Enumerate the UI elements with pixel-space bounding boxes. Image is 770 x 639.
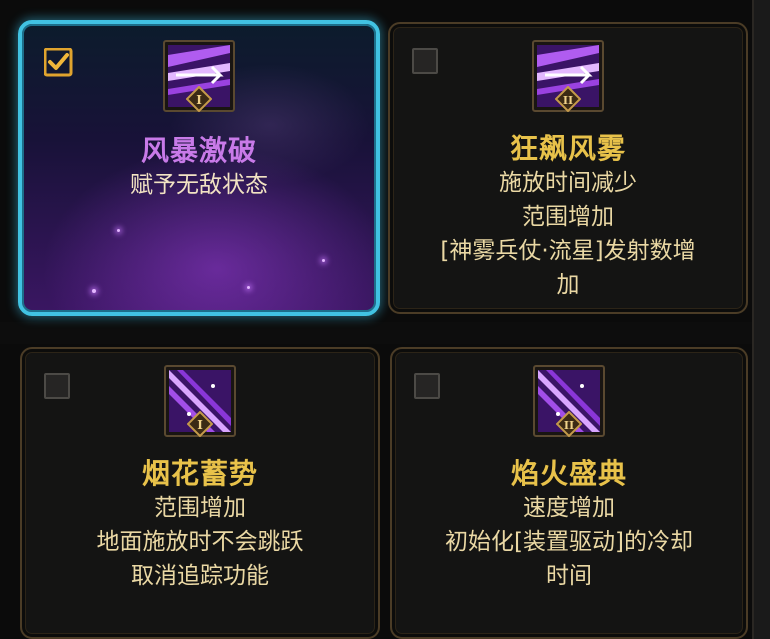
tier-badge-icon: I <box>186 86 212 112</box>
svg-text:I: I <box>196 93 202 107</box>
sparkle-effect <box>322 259 325 262</box>
tier-badge-icon: II <box>555 86 581 112</box>
talent-name: 烟花蓄势 <box>141 457 258 490</box>
svg-text:II: II <box>564 419 574 432</box>
talent-card-yanhuo-shengdian[interactable]: II 焰火盛典 速度增加 初始化[装置驱动]的冷却 时间 <box>390 347 748 639</box>
talent-selection-panel: I 风暴激破 赋予无敌状态 II 狂飙风雾 施放时间减少 范围增加 [神雾兵仗·… <box>0 0 770 639</box>
talent-checkbox[interactable] <box>44 373 70 399</box>
talent-checkbox[interactable] <box>44 48 73 77</box>
talent-card-yanhua-xushi[interactable]: I 烟花蓄势 范围增加 地面施放时不会跳跃 取消追踪功能 <box>20 347 380 639</box>
sparkle-effect <box>117 229 120 232</box>
talent-checkbox[interactable] <box>412 48 438 74</box>
scrollbar[interactable] <box>752 0 770 639</box>
talent-checkbox[interactable] <box>414 373 440 399</box>
svg-text:II: II <box>563 94 573 107</box>
tier-badge-icon: II <box>556 411 582 437</box>
svg-text:I: I <box>197 418 203 432</box>
row-divider <box>0 322 752 344</box>
checkmark-icon <box>44 48 73 77</box>
talent-name: 狂飙风雾 <box>509 132 626 165</box>
talent-name: 风暴激破 <box>140 134 257 167</box>
talent-description: 速度增加 初始化[装置驱动]的冷却 时间 <box>445 495 693 589</box>
sparkle-effect <box>247 286 250 289</box>
talent-card-fengbao-jipo[interactable]: I 风暴激破 赋予无敌状态 <box>18 20 380 316</box>
talent-card-kuangbiao-fengwu[interactable]: II 狂飙风雾 施放时间减少 范围增加 [神雾兵仗·流星]发射数增 加 <box>388 22 748 314</box>
tier-badge-icon: I <box>187 411 213 437</box>
talent-description: 赋予无敌状态 <box>130 172 268 198</box>
talent-description: 施放时间减少 范围增加 [神雾兵仗·流星]发射数增 加 <box>440 170 696 298</box>
talent-name: 焰火盛典 <box>510 457 627 490</box>
sparkle-effect <box>92 289 96 293</box>
talent-description: 范围增加 地面施放时不会跳跃 取消追踪功能 <box>96 495 304 589</box>
